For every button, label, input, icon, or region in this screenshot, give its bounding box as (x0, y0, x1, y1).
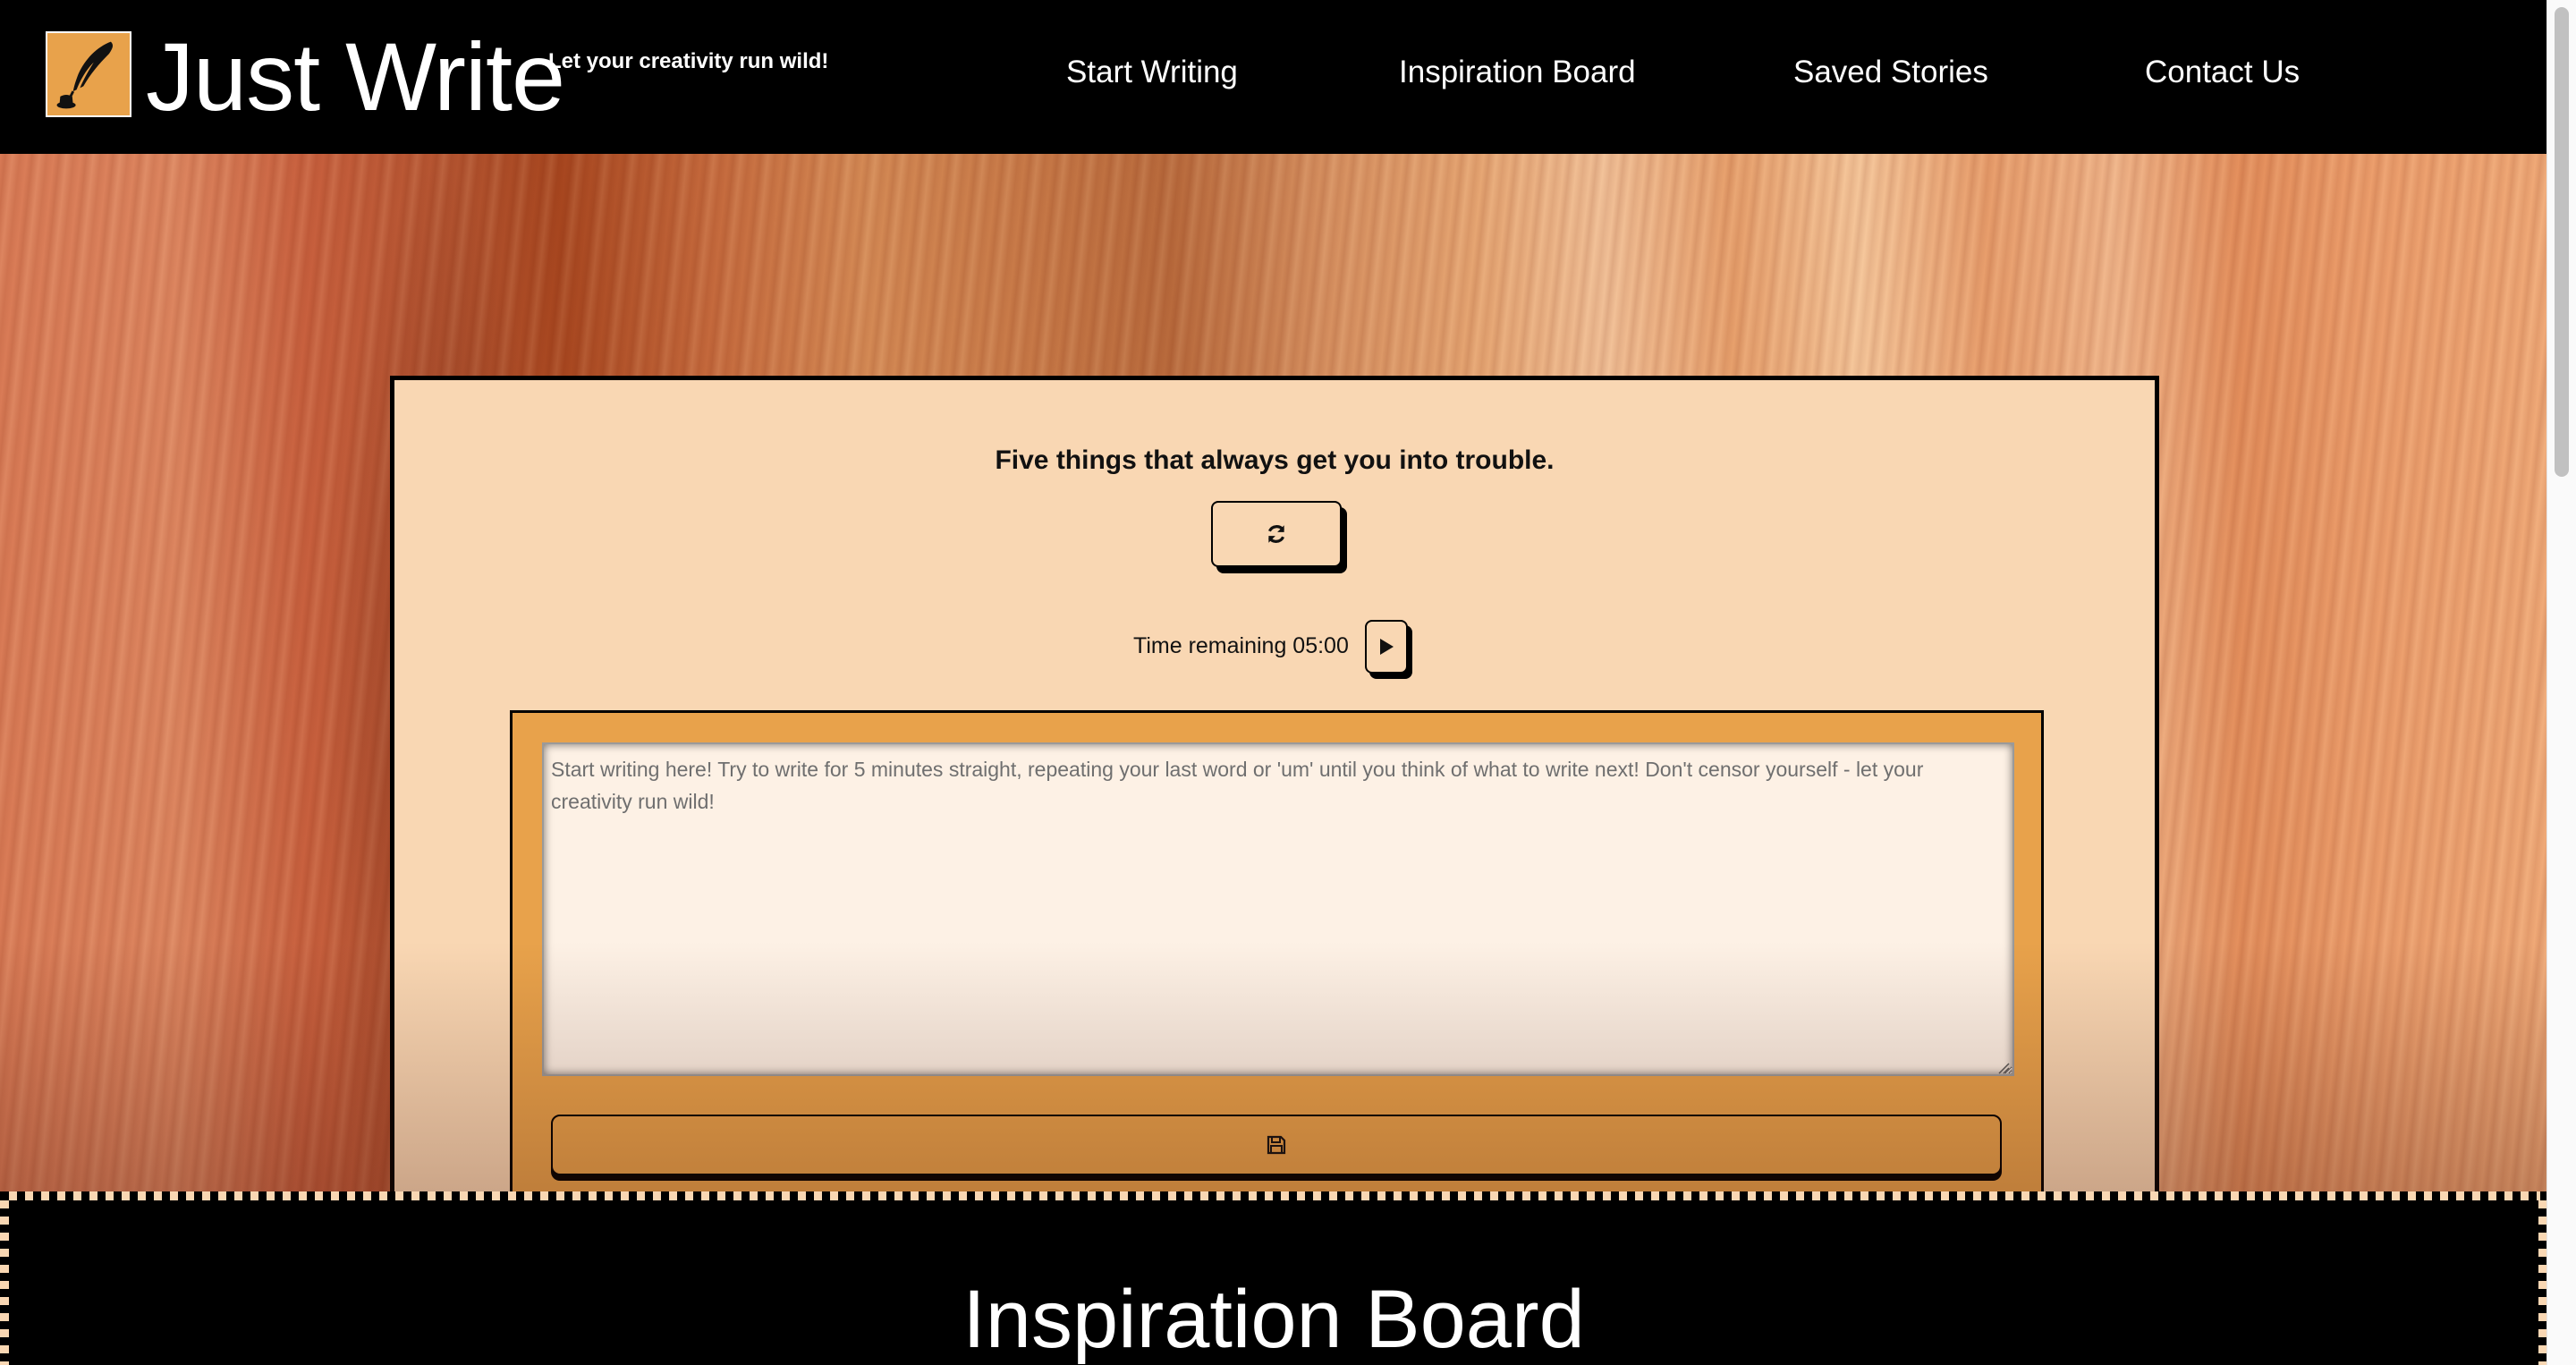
new-prompt-button[interactable] (1211, 501, 1342, 567)
refresh-icon (1267, 525, 1285, 543)
scrollbar-thumb[interactable] (2555, 7, 2569, 477)
nav-start-writing[interactable]: Start Writing (1066, 54, 1238, 91)
site-header: Just Write Let your creativity run wild!… (0, 0, 2547, 154)
dashed-border-top (9, 1191, 2540, 1200)
brand-tagline: Let your creativity run wild! (548, 49, 829, 73)
inspiration-board-title: Inspiration Board (962, 1274, 1585, 1365)
writing-prompt: Five things that always get you into tro… (995, 445, 1555, 475)
story-textarea[interactable]: Start writing here! Try to write for 5 m… (542, 742, 2014, 1076)
wood-background: Five things that always get you into tro… (0, 154, 2547, 1191)
start-timer-button[interactable] (1365, 620, 1408, 674)
brand-title[interactable]: Just Write (146, 20, 565, 134)
nav-inspiration-board[interactable]: Inspiration Board (1399, 54, 1636, 91)
floppy-disk-icon (1267, 1135, 1286, 1155)
writing-card: Five things that always get you into tro… (390, 376, 2159, 1191)
play-icon (1380, 639, 1394, 655)
inspiration-section: Inspiration Board (0, 1191, 2547, 1365)
nav-contact-us[interactable]: Contact Us (2145, 54, 2300, 91)
save-story-button[interactable] (551, 1115, 2002, 1175)
editor-frame: Start writing here! Try to write for 5 m… (510, 710, 2044, 1191)
page-scrollbar[interactable] (2546, 0, 2576, 1365)
quill-logo-icon[interactable] (46, 31, 131, 117)
resize-grip-icon[interactable] (1997, 1062, 2010, 1074)
nav-saved-stories[interactable]: Saved Stories (1793, 54, 1988, 91)
timer-label: Time remaining 05:00 (1133, 633, 1349, 658)
